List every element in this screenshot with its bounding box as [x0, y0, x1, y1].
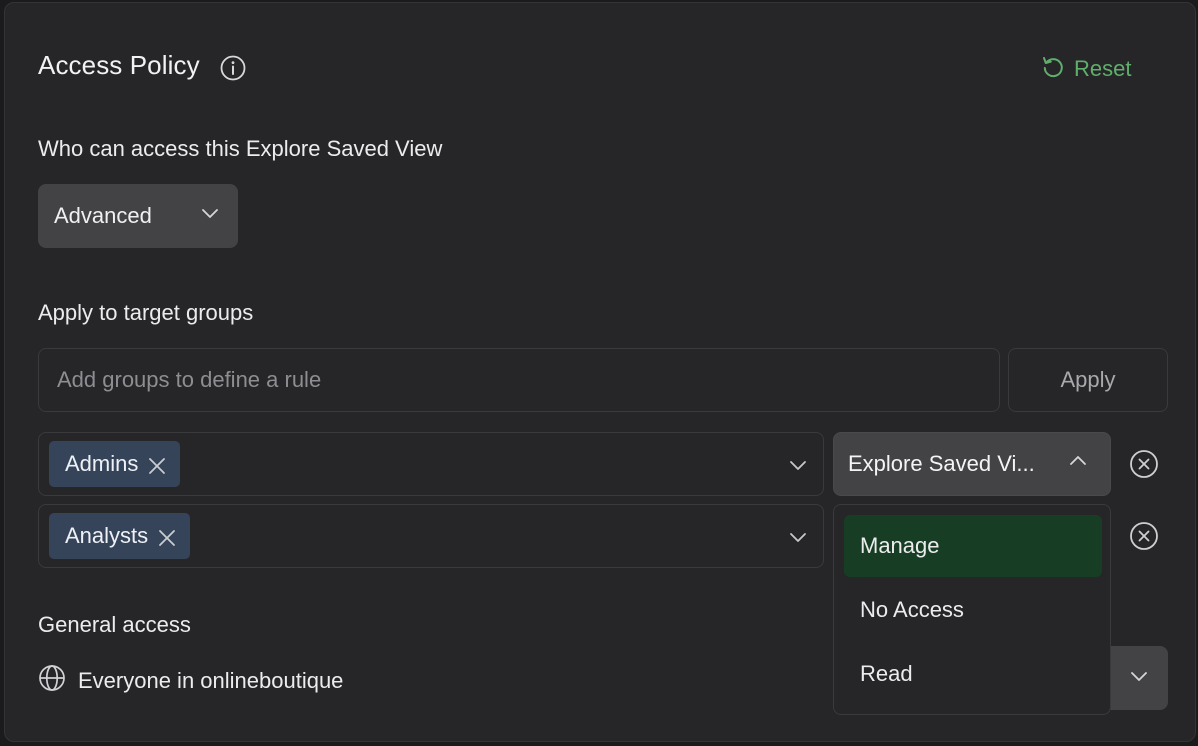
- permission-select[interactable]: Explore Saved Vi...: [833, 432, 1111, 496]
- chevron-up-icon: [1068, 451, 1088, 477]
- access-label: Who can access this Explore Saved View: [38, 136, 443, 161]
- group-chip: Admins: [49, 441, 181, 487]
- chevron-down-icon[interactable]: [789, 456, 807, 474]
- permission-value: Explore Saved Vi...: [848, 451, 1035, 476]
- general-access-scope: Everyone in onlineboutique: [38, 664, 343, 698]
- group-chip-label: Admins: [65, 451, 139, 476]
- general-access-scope-label: Everyone in onlineboutique: [78, 668, 344, 693]
- info-icon[interactable]: [220, 55, 246, 81]
- permission-option-manage[interactable]: Manage: [844, 515, 1102, 577]
- chevron-down-icon: [200, 203, 220, 229]
- permission-dropdown-menu: Manage No Access Read: [833, 504, 1111, 715]
- reset-button[interactable]: Reset: [1040, 53, 1131, 85]
- general-access-label: General access: [38, 612, 191, 637]
- access-mode-value: Advanced: [54, 203, 152, 228]
- group-select-row[interactable]: Analysts: [38, 504, 824, 568]
- add-groups-input[interactable]: Add groups to define a rule: [38, 348, 1000, 412]
- group-chip-label: Analysts: [65, 523, 149, 548]
- access-mode-select[interactable]: Advanced: [38, 184, 238, 248]
- remove-rule-icon[interactable]: [1129, 449, 1159, 479]
- permission-option-no-access[interactable]: No Access: [844, 579, 1102, 641]
- chevron-down-icon: [1129, 666, 1149, 691]
- close-icon[interactable]: [158, 527, 176, 546]
- remove-rule-icon[interactable]: [1129, 521, 1159, 551]
- add-groups-placeholder: Add groups to define a rule: [57, 367, 322, 392]
- apply-button[interactable]: Apply: [1008, 348, 1168, 412]
- chevron-down-icon[interactable]: [789, 528, 807, 546]
- globe-icon: [38, 664, 66, 698]
- group-chip: Analysts: [49, 513, 191, 559]
- group-select-row[interactable]: Admins: [38, 432, 824, 496]
- reset-icon: [1040, 53, 1066, 85]
- reset-label: Reset: [1074, 56, 1132, 81]
- target-groups-label: Apply to target groups: [38, 300, 254, 325]
- close-icon[interactable]: [148, 455, 166, 474]
- general-access-select[interactable]: [1110, 646, 1168, 710]
- permission-option-read[interactable]: Read: [844, 643, 1102, 705]
- page-title: Access Policy: [38, 50, 200, 80]
